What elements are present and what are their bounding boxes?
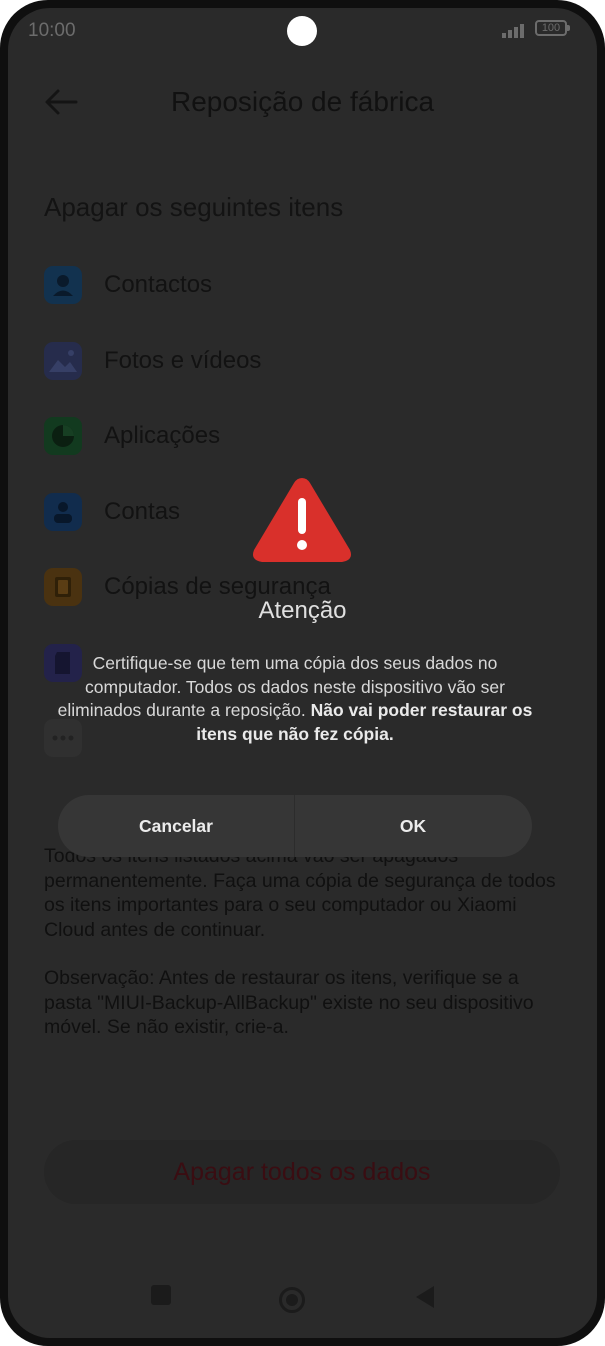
- cancel-button[interactable]: Cancelar: [58, 795, 294, 857]
- description: Todos os itens listados acima vão ser ap…: [44, 844, 564, 1064]
- gallery-icon: [44, 341, 82, 380]
- battery-level: 100: [541, 22, 561, 34]
- list-item-label: Fotos e vídeos: [104, 346, 262, 374]
- back-nav-icon[interactable]: [416, 1286, 434, 1308]
- battery-icon: 100: [535, 20, 570, 36]
- front-camera-icon: [287, 16, 317, 46]
- account-icon: [44, 492, 82, 531]
- dialog-buttons: Cancelar OK: [58, 795, 532, 857]
- description-paragraph-1: Todos os itens listados acima vão ser ap…: [44, 845, 556, 941]
- list-item-contacts: Contactos: [44, 266, 597, 342]
- list-item-photos: Fotos e vídeos: [44, 341, 597, 418]
- erase-all-data-button[interactable]: Apagar todos os dados: [44, 1140, 560, 1204]
- phone-frame: 10:00 100 Reposição de fábrica Apagar os…: [0, 0, 605, 1346]
- section-title: Apagar os seguintes itens: [44, 192, 344, 222]
- status-bar: 10:00 100: [8, 8, 597, 56]
- contacts-icon: [44, 266, 82, 304]
- dialog-title: Atenção: [258, 597, 347, 624]
- apps-icon: [44, 417, 82, 455]
- dialog-message: Certifique-se que tem uma cópia dos seus…: [56, 652, 534, 746]
- signal-icon: [502, 22, 528, 38]
- ok-button[interactable]: OK: [294, 795, 532, 857]
- warning-icon: [244, 470, 360, 573]
- home-icon[interactable]: [279, 1287, 305, 1313]
- page-title: Reposição de fábrica: [170, 86, 435, 117]
- status-time: 10:00: [28, 20, 76, 41]
- list-item-label: Contactos: [104, 271, 213, 298]
- recents-icon[interactable]: [151, 1285, 171, 1305]
- list-item-label: Aplicações: [104, 422, 221, 449]
- list-item-label: Contas: [104, 497, 181, 525]
- description-paragraph-2: Observação: Antes de restaurar os itens,…: [44, 967, 534, 1038]
